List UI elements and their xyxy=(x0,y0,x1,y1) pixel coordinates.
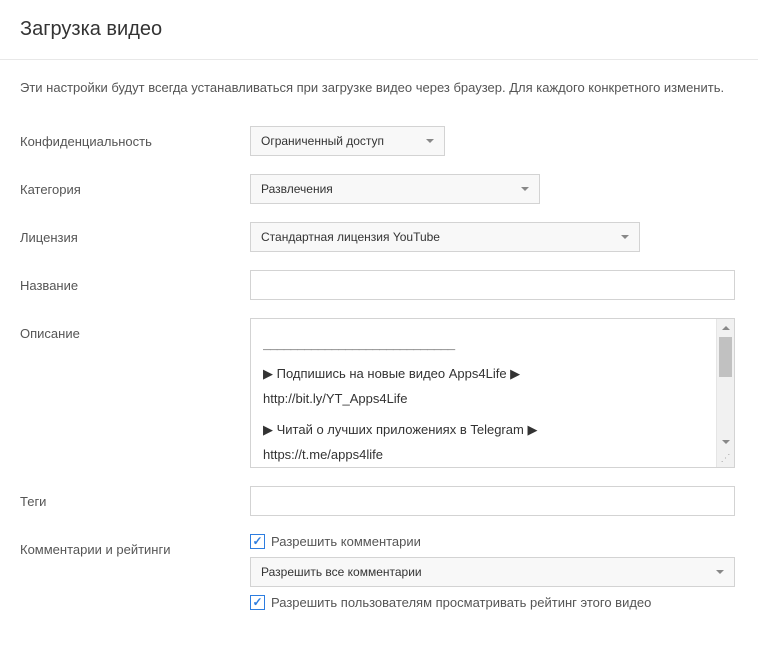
license-value: Стандартная лицензия YouTube xyxy=(261,230,440,244)
label-tags: Теги xyxy=(20,486,250,509)
scroll-down-button[interactable] xyxy=(717,433,734,451)
license-dropdown[interactable]: Стандартная лицензия YouTube xyxy=(250,222,640,252)
row-license: Лицензия Стандартная лицензия YouTube xyxy=(20,222,738,252)
label-comments: Комментарии и рейтинги xyxy=(20,534,250,557)
label-privacy: Конфиденциальность xyxy=(20,126,250,149)
allow-comments-label: Разрешить комментарии xyxy=(271,534,421,549)
play-icon: ▶ xyxy=(527,420,537,441)
comments-mode-dropdown[interactable]: Разрешить все комментарии xyxy=(250,557,735,587)
description-content: ____________________________ ▶ Подпишись… xyxy=(251,319,716,467)
row-privacy: Конфиденциальность Ограниченный доступ xyxy=(20,126,738,156)
category-dropdown[interactable]: Развлечения xyxy=(250,174,540,204)
caret-down-icon xyxy=(521,187,529,191)
row-category: Категория Развлечения xyxy=(20,174,738,204)
allow-ratings-row: ✓ Разрешить пользователям просматривать … xyxy=(250,595,738,610)
scroll-track[interactable] xyxy=(717,337,734,433)
page-title: Загрузка видео xyxy=(20,18,738,41)
category-value: Развлечения xyxy=(261,182,333,196)
allow-ratings-label: Разрешить пользователям просматривать ре… xyxy=(271,595,651,610)
allow-comments-checkbox[interactable]: ✓ xyxy=(250,534,265,549)
label-license: Лицензия xyxy=(20,222,250,245)
title-input[interactable] xyxy=(250,270,735,300)
label-category: Категория xyxy=(20,174,250,197)
caret-down-icon xyxy=(426,139,434,143)
description-textarea[interactable]: ____________________________ ▶ Подпишись… xyxy=(250,318,735,468)
resize-grip[interactable]: ⋰ xyxy=(717,451,734,467)
play-icon: ▶ xyxy=(263,364,273,385)
label-title: Название xyxy=(20,270,250,293)
privacy-value: Ограниченный доступ xyxy=(261,134,384,148)
row-tags: Теги xyxy=(20,486,738,516)
allow-comments-row: ✓ Разрешить комментарии xyxy=(250,534,738,549)
caret-down-icon xyxy=(621,235,629,239)
row-title: Название xyxy=(20,270,738,300)
desc-line2-text: Читай о лучших приложениях в Telegram xyxy=(277,422,528,437)
checkmark-icon: ✓ xyxy=(252,535,262,547)
description-divider: ____________________________ xyxy=(263,336,454,351)
textarea-scrollbar[interactable]: ⋰ xyxy=(716,319,734,467)
row-description: Описание ____________________________ ▶ … xyxy=(20,318,738,468)
arrow-up-icon xyxy=(722,326,730,330)
desc-line1-text: Подпишись на новые видео Apps4Life xyxy=(277,366,507,381)
desc-line1-url: http://bit.ly/YT_Apps4Life xyxy=(263,389,704,410)
label-description: Описание xyxy=(20,318,250,341)
tags-input[interactable] xyxy=(250,486,735,516)
page-header: Загрузка видео xyxy=(0,0,758,60)
desc-line2-url: https://t.me/apps4life xyxy=(263,445,704,466)
play-icon: ▶ xyxy=(263,420,273,441)
intro-text: Эти настройки будут всегда устанавливать… xyxy=(20,78,738,98)
checkmark-icon: ✓ xyxy=(252,596,262,608)
comments-mode-value: Разрешить все комментарии xyxy=(261,565,422,579)
caret-down-icon xyxy=(716,570,724,574)
content-area: Эти настройки будут всегда устанавливать… xyxy=(0,60,758,654)
play-icon: ▶ xyxy=(510,364,520,385)
privacy-dropdown[interactable]: Ограниченный доступ xyxy=(250,126,445,156)
row-comments: Комментарии и рейтинги ✓ Разрешить комме… xyxy=(20,534,738,618)
allow-ratings-checkbox[interactable]: ✓ xyxy=(250,595,265,610)
scroll-up-button[interactable] xyxy=(717,319,734,337)
scroll-thumb[interactable] xyxy=(719,337,732,377)
arrow-down-icon xyxy=(722,440,730,444)
